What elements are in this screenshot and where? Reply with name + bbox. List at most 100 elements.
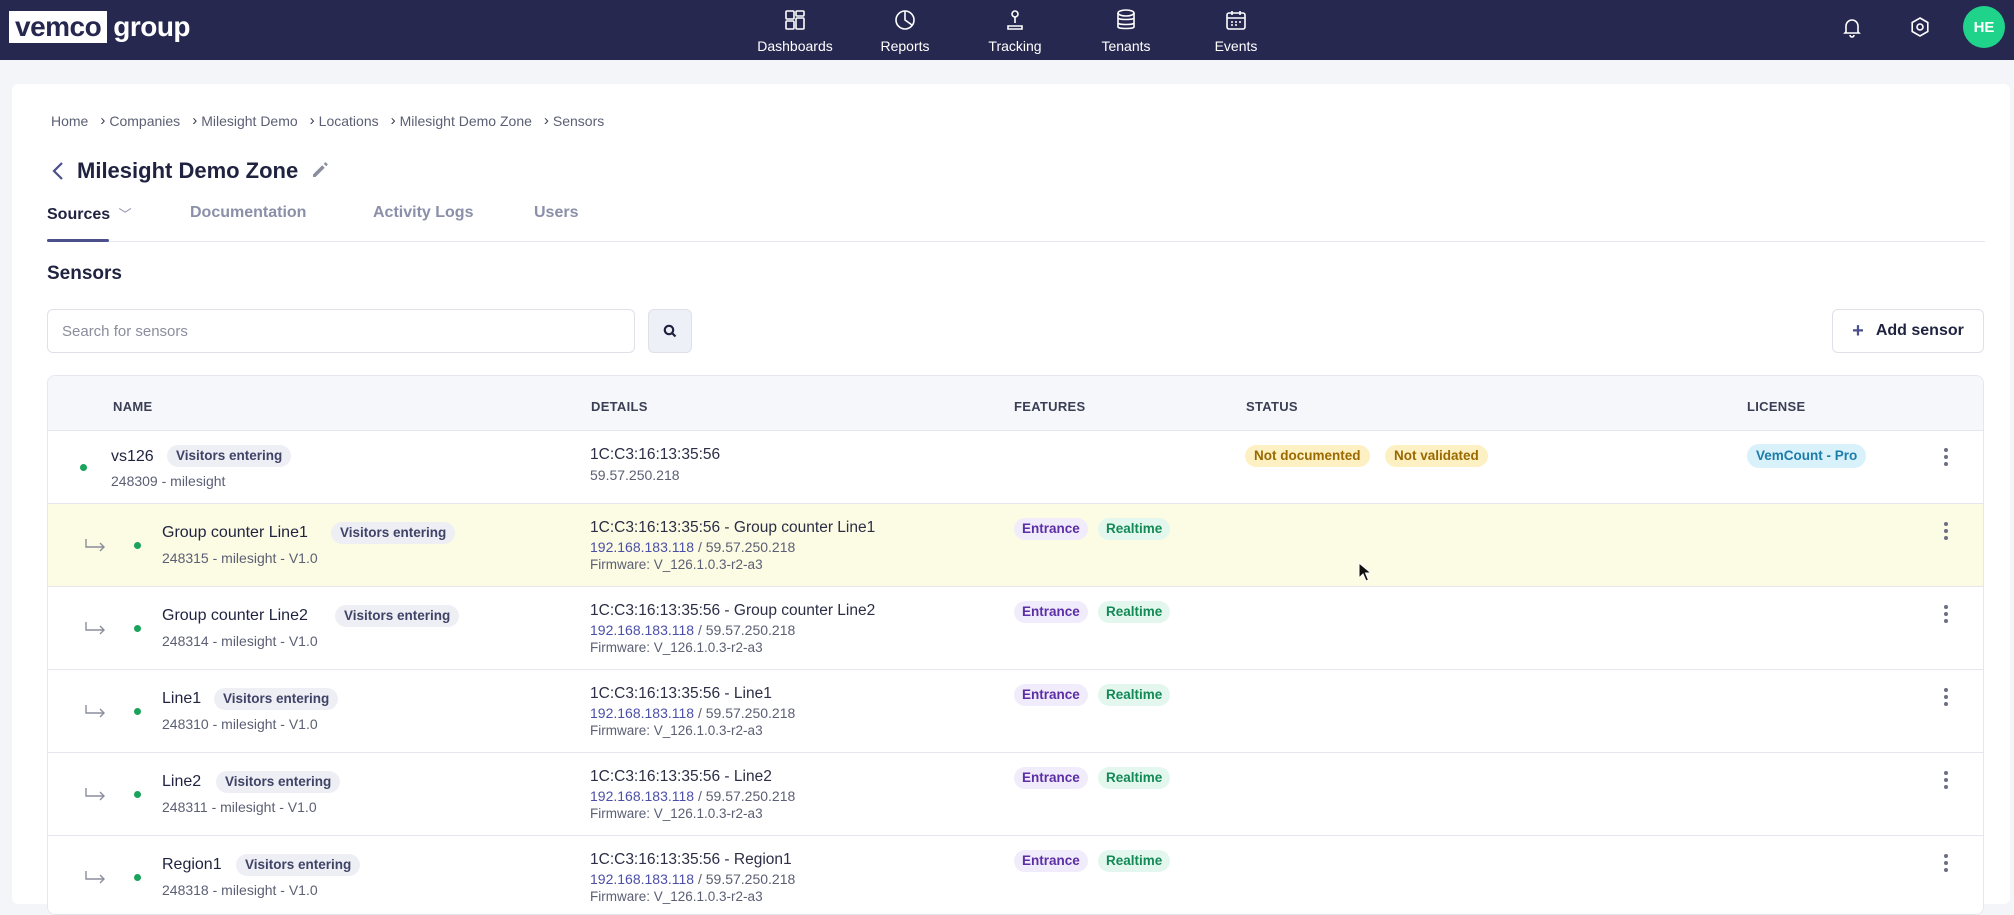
column-header-features[interactable]: FEATURES	[1014, 399, 1086, 414]
breadcrumb-sensors: Sensors	[552, 112, 605, 129]
search-input[interactable]	[47, 309, 635, 353]
feature-badge-entrance: Entrance	[1014, 767, 1088, 789]
row-more-options-icon[interactable]	[1938, 768, 1954, 792]
nav-tracking[interactable]: Tracking	[983, 0, 1047, 60]
sensor-local-ip-link[interactable]: 192.168.183.118	[590, 622, 694, 638]
table-row[interactable]: vs126 Visitors entering 248309 - milesig…	[48, 431, 1983, 504]
edit-pencil-icon[interactable]	[310, 160, 332, 182]
add-sensor-button[interactable]: + Add sensor	[1832, 309, 1984, 353]
nav-tenants[interactable]: Tenants	[1097, 0, 1155, 60]
nav-tenants-label: Tenants	[1101, 38, 1151, 54]
breadcrumb-chevron-icon: ›	[543, 112, 549, 129]
feature-badge-realtime: Realtime	[1098, 601, 1171, 623]
online-status-dot	[134, 708, 141, 715]
sensor-name[interactable]: vs126	[111, 448, 154, 466]
sensor-firmware: Firmware: V_126.1.0.3-r2-a3	[590, 806, 763, 821]
mouse-cursor-icon	[1358, 562, 1372, 582]
nav-reports[interactable]: Reports	[874, 0, 936, 60]
sensor-name[interactable]: Line2	[162, 773, 201, 791]
feature-badge-realtime: Realtime	[1098, 684, 1171, 706]
sensor-type-tag: Visitors entering	[214, 688, 339, 710]
sensor-firmware: Firmware: V_126.1.0.3-r2-a3	[590, 889, 763, 904]
feature-badge-entrance: Entrance	[1014, 684, 1088, 706]
search-button[interactable]	[648, 309, 692, 353]
online-status-dot	[134, 874, 141, 881]
sensor-ip: 59.57.250.218	[590, 467, 680, 483]
notifications-bell-icon[interactable]	[1840, 15, 1864, 39]
breadcrumb-chevron-icon: ›	[390, 112, 396, 129]
feature-badge-entrance: Entrance	[1014, 518, 1088, 540]
breadcrumb: Home › Companies › Milesight Demo › Loca…	[51, 112, 604, 129]
sensor-ip-line: 192.168.183.118 / 59.57.250.218	[590, 622, 795, 638]
sensor-type-tag: Visitors entering	[335, 605, 460, 627]
sensor-mac: 1C:C3:16:13:35:56 - Line2	[590, 768, 772, 785]
sensor-local-ip-link[interactable]: 192.168.183.118	[590, 788, 694, 804]
column-header-details[interactable]: DETAILS	[591, 399, 648, 414]
breadcrumb-chevron-icon: ›	[192, 112, 198, 129]
nav-reports-label: Reports	[880, 38, 930, 54]
row-more-options-icon[interactable]	[1938, 602, 1954, 626]
feature-badge-entrance: Entrance	[1014, 850, 1088, 872]
top-navigation-bar: vemco group Dashboards Reports Tracking …	[0, 0, 2014, 60]
column-header-license[interactable]: LICENSE	[1747, 399, 1805, 414]
section-title: Sensors	[47, 263, 122, 284]
sensor-local-ip-link[interactable]: 192.168.183.118	[590, 539, 694, 555]
child-arrow-icon	[84, 786, 108, 802]
breadcrumb-company[interactable]: Milesight Demo	[201, 113, 297, 129]
breadcrumb-companies[interactable]: Companies	[109, 113, 180, 129]
table-row[interactable]: Line1 Visitors entering 248310 - milesig…	[48, 670, 1983, 753]
child-arrow-icon	[84, 703, 108, 719]
sensor-mac: 1C:C3:16:13:35:56	[590, 446, 721, 463]
nav-tracking-label: Tracking	[988, 38, 1042, 54]
nav-events[interactable]: Events	[1210, 0, 1262, 60]
vemco-group-logo[interactable]: vemco group	[9, 11, 191, 43]
sensor-ip-line: 192.168.183.118 / 59.57.250.218	[590, 788, 795, 804]
sensor-firmware: Firmware: V_126.1.0.3-r2-a3	[590, 557, 763, 572]
chevron-down-icon: ﹀	[118, 207, 132, 222]
row-more-options-icon[interactable]	[1938, 445, 1954, 469]
nav-events-label: Events	[1214, 38, 1258, 54]
sensor-local-ip-link[interactable]: 192.168.183.118	[590, 705, 694, 721]
column-header-name[interactable]: NAME	[113, 399, 152, 414]
breadcrumb-home[interactable]: Home	[51, 113, 88, 129]
search-icon	[663, 324, 677, 338]
sensor-type-tag: Visitors entering	[331, 522, 456, 544]
sensor-public-ip: / 59.57.250.218	[694, 539, 796, 555]
sensor-name[interactable]: Region1	[162, 856, 222, 874]
breadcrumb-chevron-icon: ›	[100, 112, 106, 129]
sensor-name[interactable]: Line1	[162, 690, 201, 708]
status-badge-not-validated: Not validated	[1385, 445, 1488, 467]
row-more-options-icon[interactable]	[1938, 685, 1954, 709]
table-row[interactable]: Region1 Visitors entering 248318 - miles…	[48, 836, 1983, 914]
breadcrumb-zone[interactable]: Milesight Demo Zone	[400, 113, 532, 129]
child-arrow-icon	[84, 869, 108, 885]
column-header-status[interactable]: STATUS	[1246, 399, 1298, 414]
license-badge: VemCount - Pro	[1747, 444, 1867, 468]
nav-dashboards-label: Dashboards	[757, 38, 833, 54]
sensor-public-ip: / 59.57.250.218	[694, 622, 796, 638]
sensor-local-ip-link[interactable]: 192.168.183.118	[590, 871, 694, 887]
back-arrow-icon[interactable]	[51, 159, 69, 183]
sensor-name[interactable]: Group counter Line1	[162, 524, 308, 542]
table-row[interactable]: Group counter Line1 Visitors entering 24…	[48, 504, 1983, 587]
online-status-dot	[134, 625, 141, 632]
row-more-options-icon[interactable]	[1938, 519, 1954, 543]
table-row[interactable]: Line2 Visitors entering 248311 - milesig…	[48, 753, 1983, 836]
tab-users[interactable]: Users	[534, 204, 578, 222]
user-avatar[interactable]: HE	[1963, 6, 2005, 48]
table-row[interactable]: Group counter Line2 Visitors entering 24…	[48, 587, 1983, 670]
sensor-name[interactable]: Group counter Line2	[162, 607, 308, 625]
sensor-mac: 1C:C3:16:13:35:56 - Group counter Line1	[590, 519, 876, 536]
nav-dashboards[interactable]: Dashboards	[755, 0, 835, 60]
tab-documentation[interactable]: Documentation	[190, 204, 306, 222]
settings-gear-icon[interactable]	[1908, 15, 1932, 39]
sensor-type-tag: Visitors entering	[216, 771, 341, 793]
child-arrow-icon	[84, 537, 108, 553]
tab-activity-logs[interactable]: Activity Logs	[373, 204, 473, 222]
row-more-options-icon[interactable]	[1938, 851, 1954, 875]
sensor-ip-line: 192.168.183.118 / 59.57.250.218	[590, 871, 795, 887]
sensor-firmware: Firmware: V_126.1.0.3-r2-a3	[590, 723, 763, 738]
tab-sources[interactable]: Sources ﹀	[47, 204, 132, 224]
breadcrumb-locations[interactable]: Locations	[319, 113, 379, 129]
table-header: NAME DETAILS FEATURES STATUS LICENSE	[48, 376, 1983, 431]
